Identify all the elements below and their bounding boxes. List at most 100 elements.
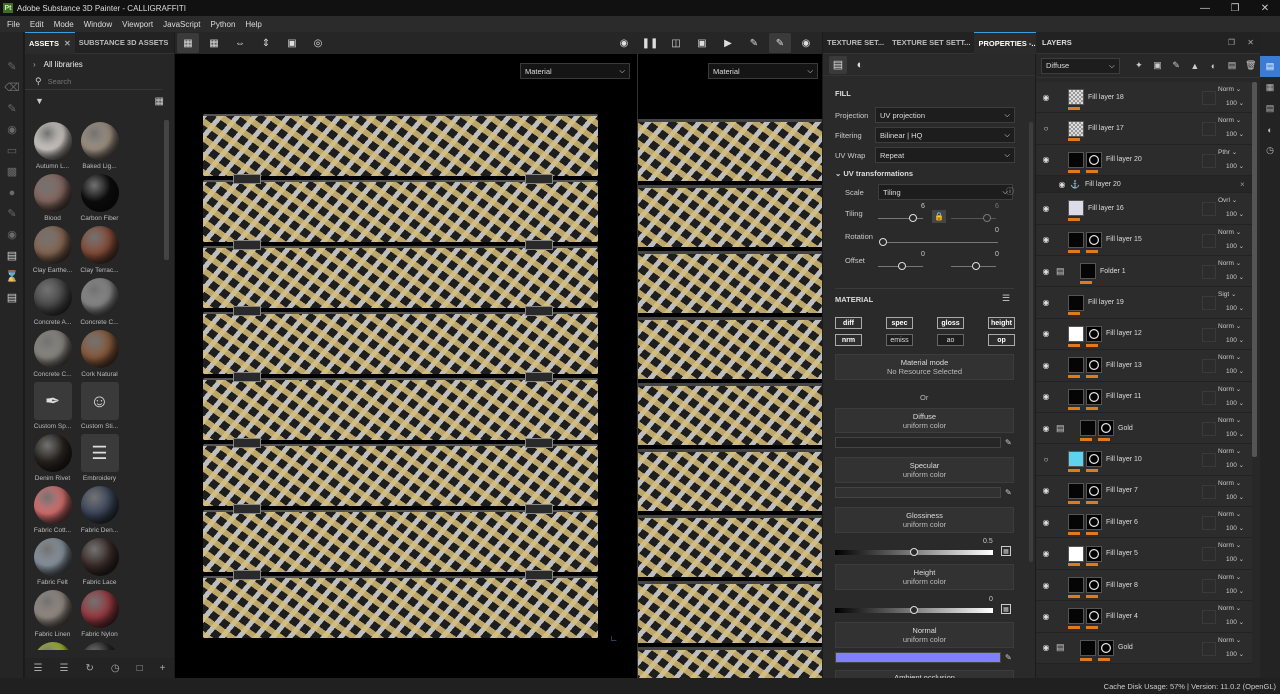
blend-mode[interactable]: Norm ⌄ <box>1218 116 1241 124</box>
filtering-select[interactable]: Bilinear | HQ ⌵ <box>875 127 1015 143</box>
add-folder-icon[interactable]: ▤ <box>1223 60 1242 71</box>
eyedropper-icon[interactable]: ✎ <box>1005 438 1015 448</box>
normal-box[interactable]: Normal uniform color <box>835 622 1014 648</box>
opacity-value[interactable]: 100 ⌄ <box>1226 650 1244 658</box>
blend-mode[interactable]: Norm ⌄ <box>1218 541 1241 549</box>
texture-slot-icon[interactable]: ▦ <box>1001 604 1011 614</box>
remove-anchor-icon[interactable]: × <box>1240 180 1245 189</box>
height-box[interactable]: Height uniform color <box>835 564 1014 590</box>
layer-effect-slot[interactable] <box>1202 233 1216 248</box>
polygon-fill-icon[interactable]: ✎ <box>0 203 24 224</box>
info-icon[interactable]: ⓘ <box>1006 186 1014 197</box>
layer-row[interactable]: ◉ Norm ⌄ 100 ⌄ Fill layer 13 <box>1036 350 1252 382</box>
search-input[interactable] <box>47 77 148 86</box>
visibility-off-icon[interactable]: ◉ <box>613 33 635 53</box>
layer-effect-slot[interactable] <box>1202 327 1216 342</box>
view-mode-icon[interactable]: ◫ <box>665 33 687 53</box>
mask-thumbnail[interactable] <box>1086 482 1102 499</box>
channel-emiss[interactable]: emiss <box>886 334 913 346</box>
mask-thumbnail[interactable] <box>1086 514 1102 531</box>
eraser-icon[interactable]: ⌫ <box>0 77 24 98</box>
asset-item[interactable]: Fabric Linen <box>29 588 76 640</box>
layer-row[interactable]: ○ Norm ⌄ 100 ⌄ Fill layer 17 <box>1036 113 1252 145</box>
symmetry-icon[interactable]: ⇔ <box>229 33 251 53</box>
menu-file[interactable]: File <box>3 20 24 29</box>
layer-effect-slot[interactable] <box>1202 359 1216 374</box>
asset-item[interactable] <box>29 640 76 650</box>
projection-select[interactable]: UV projection ⌵ <box>875 107 1015 123</box>
visibility-eye-icon[interactable]: ◉ <box>1040 643 1052 652</box>
layer-effect-slot[interactable] <box>1202 296 1216 311</box>
mask-thumbnail[interactable] <box>1098 639 1114 656</box>
mask-thumbnail[interactable] <box>1086 388 1102 405</box>
layer-sub-item[interactable]: ◉ ⚓ × Fill layer 20 <box>1036 176 1252 194</box>
layer-row[interactable]: ◉ Norm ⌄ 100 ⌄ Fill layer 5 <box>1036 538 1252 570</box>
add-icon[interactable]: + <box>160 663 166 674</box>
viewport-2d[interactable]: Material ⌵ <box>637 54 822 678</box>
opacity-value[interactable]: 100 ⌄ <box>1226 493 1244 501</box>
blend-mode[interactable]: Norm ⌄ <box>1218 416 1241 424</box>
opacity-value[interactable]: 100 ⌄ <box>1226 461 1244 469</box>
asset-item[interactable]: Fabric Cott... <box>29 484 76 536</box>
tab-substance-assets[interactable]: SUBSTANCE 3D ASSETS <box>75 32 173 54</box>
opacity-value[interactable]: 100 ⌄ <box>1226 210 1244 218</box>
add-fill-layer-icon[interactable]: ▲ <box>1186 61 1205 71</box>
asset-item[interactable]: Denim Rivet <box>29 432 76 484</box>
layer-effect-slot[interactable] <box>1202 641 1216 656</box>
texture-set-dock-icon[interactable]: ▦ <box>1260 77 1280 98</box>
folder-icon[interactable]: ▤ <box>1056 642 1065 653</box>
close-tab-icon[interactable]: ✕ <box>64 39 71 48</box>
visibility-eye-icon[interactable]: ◉ <box>1040 298 1052 307</box>
layer-effect-slot[interactable] <box>1202 264 1216 279</box>
close-icon[interactable]: ✕ <box>1250 0 1280 16</box>
layer-row[interactable]: ◉ Norm ⌄ 100 ⌄ Fill layer 15 <box>1036 224 1252 256</box>
blend-mode[interactable]: Norm ⌄ <box>1218 385 1241 393</box>
asset-item[interactable]: ☺ Custom Sti... <box>76 380 123 432</box>
paint-brush-icon[interactable]: ✎ <box>0 56 24 77</box>
glossiness-box[interactable]: Glossiness uniform color <box>835 507 1014 533</box>
asset-item[interactable]: Autumn L... <box>29 120 76 172</box>
video-icon[interactable]: ▶ <box>717 33 739 53</box>
opacity-value[interactable]: 100 ⌄ <box>1226 524 1244 532</box>
blend-mode[interactable]: Pthr ⌄ <box>1218 148 1237 156</box>
mask-thumbnail[interactable] <box>1086 357 1102 374</box>
layer-effect-slot[interactable] <box>1202 91 1216 105</box>
pause-icon[interactable]: ❚❚ <box>639 33 661 53</box>
layer-effect-slot[interactable] <box>1202 202 1216 217</box>
layer-row[interactable]: ◉ ▤ Norm ⌄ 100 ⌄ Gold <box>1036 632 1252 665</box>
bake-icon[interactable]: ◉ <box>0 224 24 245</box>
menu-help[interactable]: Help <box>241 20 265 29</box>
blend-mode[interactable]: Norm ⌄ <box>1218 259 1241 267</box>
split-icon[interactable]: ⇕ <box>255 33 277 53</box>
layer-row[interactable]: ◉ Norm ⌄ 100 ⌄ Fill layer 11 <box>1036 381 1252 413</box>
refresh-icon[interactable]: ↻ <box>85 663 93 674</box>
menu-mode[interactable]: Mode <box>50 20 78 29</box>
opacity-value[interactable]: 100 ⌄ <box>1226 430 1244 438</box>
opacity-value[interactable]: 100 ⌄ <box>1226 304 1244 312</box>
stack-icon[interactable]: ☰ <box>59 663 68 674</box>
properties-scrollbar[interactable] <box>1029 122 1033 562</box>
blend-mode[interactable]: Norm ⌄ <box>1218 228 1241 236</box>
specular-box[interactable]: Specular uniform color <box>835 457 1014 483</box>
layer-effect-slot[interactable] <box>1202 610 1216 625</box>
diffuse-color-bar[interactable] <box>835 437 1001 448</box>
menu-edit[interactable]: Edit <box>26 20 48 29</box>
history-icon[interactable]: ◷ <box>111 663 120 674</box>
grid-icon[interactable]: ▦ <box>203 33 225 53</box>
eyedropper-icon[interactable]: ✎ <box>1005 653 1015 663</box>
menu-viewport[interactable]: Viewport <box>118 20 157 29</box>
viewport-3d-material-select[interactable]: Material ⌵ <box>520 63 630 79</box>
scale-select[interactable]: Tiling ⌵ <box>878 184 1013 200</box>
blend-mode[interactable]: Norm ⌄ <box>1218 479 1241 487</box>
visibility-eye-icon[interactable]: ◉ <box>1040 392 1052 401</box>
mask-thumbnail[interactable] <box>1086 545 1102 562</box>
channel-nrm[interactable]: nrm <box>835 334 862 346</box>
mask-thumbnail[interactable] <box>1086 151 1102 168</box>
paint-mode-icon[interactable]: ✎ <box>743 33 765 53</box>
library-selector[interactable]: › All libraries <box>25 54 174 74</box>
offset-slider-a-knob[interactable] <box>898 262 906 270</box>
add-paint-layer-icon[interactable]: ✎ <box>1167 60 1186 71</box>
opacity-value[interactable]: 100 ⌄ <box>1226 555 1244 563</box>
layer-row[interactable]: ○ Norm ⌄ 100 ⌄ Fill layer 10 <box>1036 444 1252 476</box>
opacity-value[interactable]: 100 ⌄ <box>1226 130 1244 138</box>
